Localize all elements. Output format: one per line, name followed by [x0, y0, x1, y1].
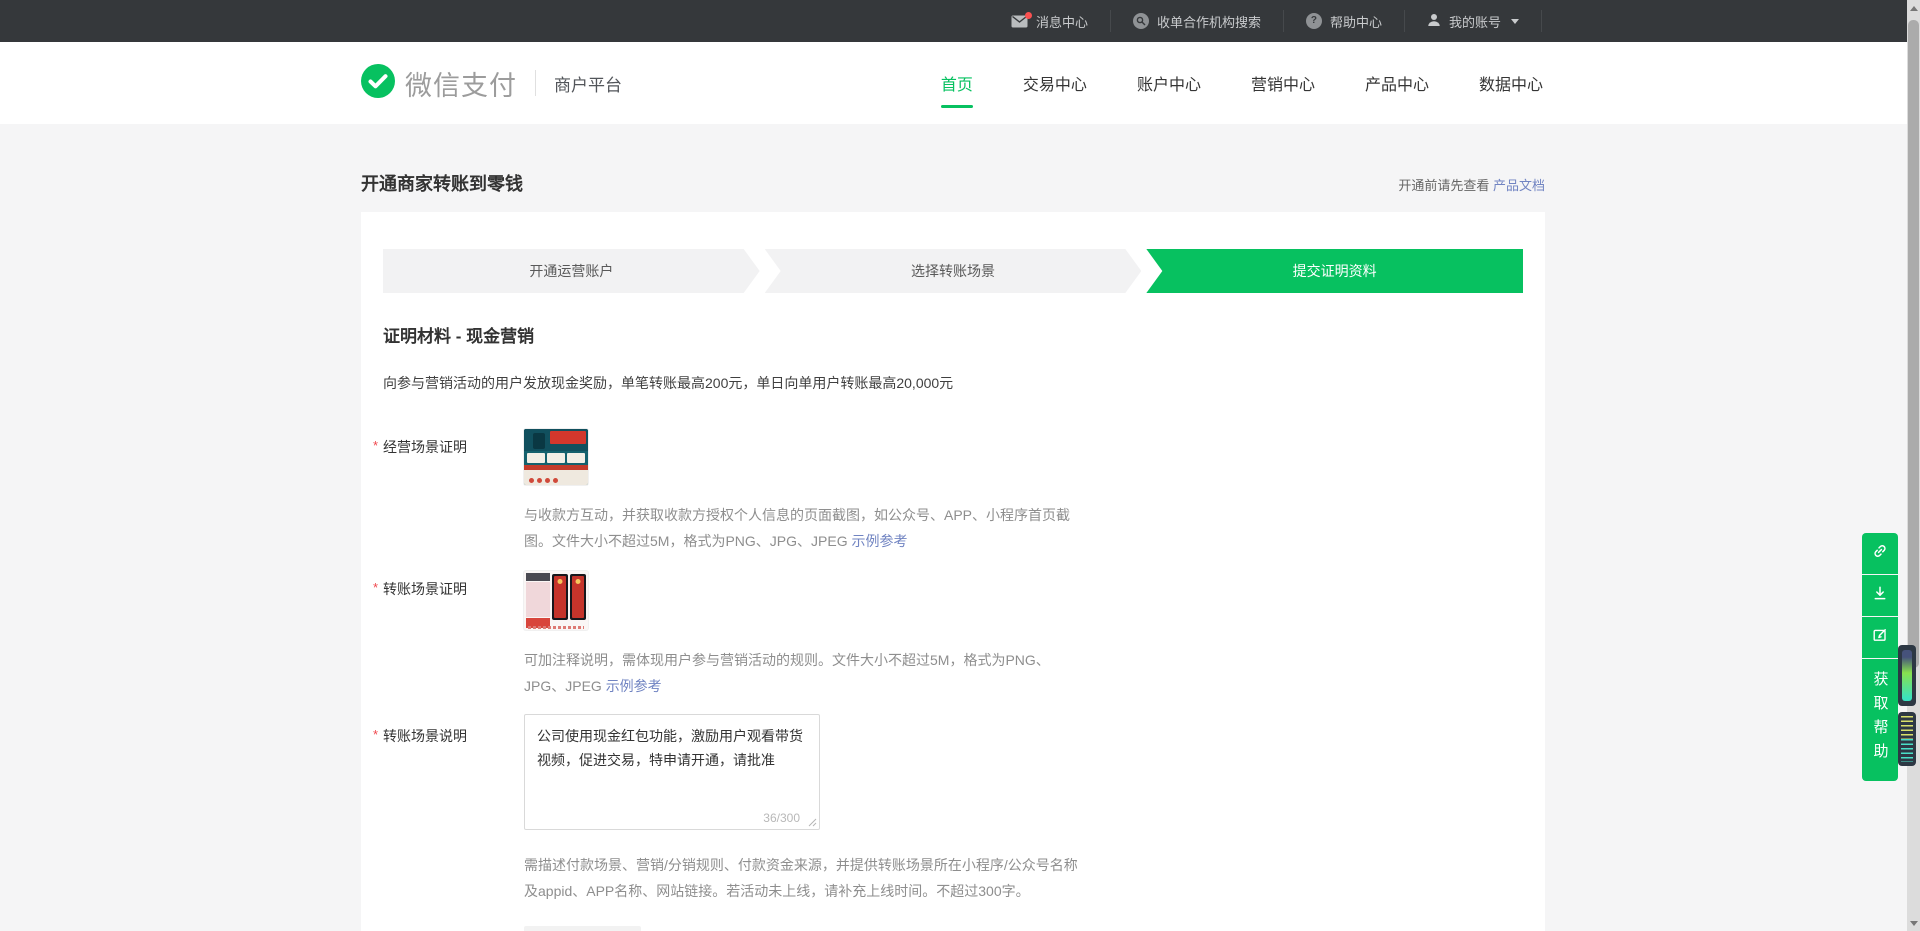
brand-name: 微信支付	[405, 64, 517, 103]
required-asterisk: *	[373, 580, 378, 595]
help-center-button[interactable]: ? 帮助中心	[1284, 0, 1404, 42]
scrollbar-thumb[interactable]	[1908, 20, 1919, 668]
transfer-scene-content: 可加注释说明，需体现用户参与营销活动的规则。文件大小不超过5M，格式为PNG、J…	[524, 571, 1523, 699]
additional-proof-content: 上传文件	[524, 926, 1523, 931]
thumbnail-graphic	[524, 470, 588, 485]
transfer-scene-label-wrap: * 转账场景证明	[383, 571, 524, 699]
main-area: 开通商家转账到零钱 开通前请先查看 产品文档 开通运营账户 选择转账场景 提交证…	[0, 124, 1920, 931]
page-scrollbar	[1907, 0, 1920, 931]
message-center-button[interactable]: 消息中心	[989, 0, 1110, 42]
help-center-label: 帮助中心	[1330, 12, 1382, 31]
step-open-operating-account: 开通运营账户	[383, 249, 760, 293]
nav-product-center[interactable]: 产品中心	[1365, 42, 1429, 124]
thumbnail-graphic	[524, 451, 588, 464]
transfer-scene-image-preview[interactable]	[524, 571, 588, 630]
business-scene-label-wrap: * 经营场景证明	[383, 429, 524, 554]
nav-data-center[interactable]: 数据中心	[1479, 42, 1543, 124]
mail-icon	[1011, 15, 1028, 28]
upload-file-button[interactable]: 上传文件	[524, 926, 641, 931]
minimap-stripes-teal	[1901, 739, 1913, 762]
step-select-transfer-scene: 选择转账场景	[765, 249, 1142, 293]
link-icon	[1871, 542, 1889, 565]
my-account-menu[interactable]: 我的账号	[1405, 0, 1541, 42]
business-scene-content: 与收款方互动，并获取收款方授权个人信息的页面截图，如公众号、APP、小程序首页截…	[524, 429, 1523, 554]
nav-home[interactable]: 首页	[941, 42, 973, 124]
step-submit-proof-active: 提交证明资料	[1146, 249, 1523, 293]
business-scene-description: 与收款方互动，并获取收款方授权个人信息的页面截图，如公众号、APP、小程序首页截…	[524, 502, 1072, 554]
thumbnail-graphic	[570, 574, 586, 620]
message-center-label: 消息中心	[1036, 12, 1088, 31]
platform-name: 商户平台	[554, 71, 622, 96]
proof-form: * 经营场景证明 与收款方互动，并获取收款方授权个人信息的页面截图，如公众号、A…	[383, 429, 1523, 931]
download-icon	[1871, 584, 1889, 607]
business-scene-image-preview[interactable]	[524, 429, 588, 485]
brand-area[interactable]: 微信支付 商户平台	[0, 64, 622, 103]
get-help-button[interactable]: 获取帮助	[1862, 659, 1898, 781]
brand-divider	[535, 70, 536, 96]
feedback-edit-button[interactable]	[1862, 617, 1898, 658]
nav-marketing-center[interactable]: 营销中心	[1251, 42, 1315, 124]
acquirer-search-button[interactable]: 收单合作机构搜索	[1111, 0, 1283, 42]
scene-description-content: 公司使用现金红包功能，激励用户观看带货视频，促进交易，特申请开通，请批准 36/…	[524, 714, 1523, 904]
acquirer-search-label: 收单合作机构搜索	[1157, 12, 1261, 31]
nav-account-center[interactable]: 账户中心	[1137, 42, 1201, 124]
transfer-scene-example-link[interactable]: 示例参考	[606, 678, 662, 694]
header: 微信支付 商户平台 首页 交易中心 账户中心 营销中心 产品中心 数据中心	[0, 42, 1920, 124]
edit-icon	[1871, 626, 1889, 649]
thumbnail-graphic	[524, 429, 588, 451]
business-scene-desc-text: 与收款方互动，并获取收款方授权个人信息的页面截图，如公众号、APP、小程序首页截…	[524, 507, 1070, 549]
floating-toolbar: 获取帮助	[1862, 533, 1898, 781]
share-link-button[interactable]	[1862, 533, 1898, 574]
section-description: 向参与营销活动的用户发放现金奖励，单笔转账最高200元，单日向单用户转账最高20…	[383, 373, 1523, 393]
doc-hint-text: 开通前请先查看	[1398, 178, 1489, 193]
required-asterisk: *	[373, 438, 378, 453]
download-button[interactable]	[1862, 575, 1898, 616]
transfer-scene-label: 转账场景证明	[383, 581, 467, 597]
section-title: 证明材料 - 现金营销	[383, 322, 1523, 347]
get-help-label: 获取帮助	[1870, 671, 1891, 767]
field-additional-proof: 附加证明（可选） 上传文件	[383, 926, 1523, 931]
minimap-gradient-widget	[1898, 645, 1916, 706]
field-transfer-scene: * 转账场景证明 可加注释说明，需体现用户参与营销活动的规则。文件大小不超过5M…	[383, 571, 1523, 699]
minimap-striped-widget	[1898, 712, 1916, 766]
scrollbar-up-arrow[interactable]	[1907, 1, 1920, 15]
chevron-down-icon	[1511, 19, 1519, 24]
steps-bar: 开通运营账户 选择转账场景 提交证明资料	[383, 249, 1523, 293]
nav-transaction-center[interactable]: 交易中心	[1023, 42, 1087, 124]
thumbnail-graphic	[526, 573, 550, 628]
minimap-gradient-bar	[1902, 650, 1912, 701]
scrollbar-down-arrow[interactable]	[1907, 916, 1920, 930]
field-scene-description: * 转账场景说明 公司使用现金红包功能，激励用户观看带货视频，促进交易，特申请开…	[383, 714, 1523, 904]
topbar: 消息中心 收单合作机构搜索 ? 帮助中心 我的账号	[0, 0, 1920, 42]
resize-handle-icon[interactable]	[807, 814, 817, 832]
product-doc-link[interactable]: 产品文档	[1493, 178, 1545, 193]
wechat-pay-logo-icon	[361, 64, 395, 103]
scene-description-input-wrap: 公司使用现金红包功能，激励用户观看带货视频，促进交易，特申请开通，请批准 36/…	[524, 714, 820, 835]
business-scene-example-link[interactable]: 示例参考	[851, 533, 907, 549]
minimap-stripes-yellow	[1901, 716, 1913, 739]
form-card: 开通运营账户 选择转账场景 提交证明资料 证明材料 - 现金营销 向参与营销活动…	[361, 212, 1545, 931]
search-circle-icon	[1133, 13, 1149, 29]
page-title-row: 开通商家转账到零钱 开通前请先查看 产品文档	[361, 124, 1545, 196]
field-business-scene: * 经营场景证明 与收款方互动，并获取收款方授权个人信息的页面截图，如公众号、A…	[383, 429, 1523, 554]
scene-description-label: 转账场景说明	[383, 728, 467, 744]
user-icon	[1427, 13, 1441, 30]
doc-hint: 开通前请先查看 产品文档	[1398, 175, 1545, 194]
scene-description-label-wrap: * 转账场景说明	[383, 714, 524, 904]
topbar-divider	[1541, 10, 1542, 32]
transfer-scene-description: 可加注释说明，需体现用户参与营销活动的规则。文件大小不超过5M，格式为PNG、J…	[524, 647, 1072, 699]
required-asterisk: *	[373, 727, 378, 742]
thumbnail-graphic	[528, 626, 584, 629]
char-counter: 36/300	[763, 811, 800, 825]
main-nav: 首页 交易中心 账户中心 营销中心 产品中心 数据中心	[941, 42, 1920, 124]
additional-proof-label-wrap: 附加证明（可选）	[383, 926, 524, 931]
page-title: 开通商家转账到零钱	[361, 170, 523, 196]
my-account-label: 我的账号	[1449, 12, 1501, 31]
business-scene-label: 经营场景证明	[383, 439, 467, 455]
question-circle-icon: ?	[1306, 13, 1322, 29]
transfer-scene-desc-text: 可加注释说明，需体现用户参与营销活动的规则。文件大小不超过5M，格式为PNG、J…	[524, 652, 1050, 694]
thumbnail-graphic	[552, 574, 568, 620]
unread-badge	[1025, 12, 1032, 19]
scene-description-help: 需描述付款场景、营销/分销规则、付款资金来源，并提供转账场景所在小程序/公众号名…	[524, 852, 1080, 904]
